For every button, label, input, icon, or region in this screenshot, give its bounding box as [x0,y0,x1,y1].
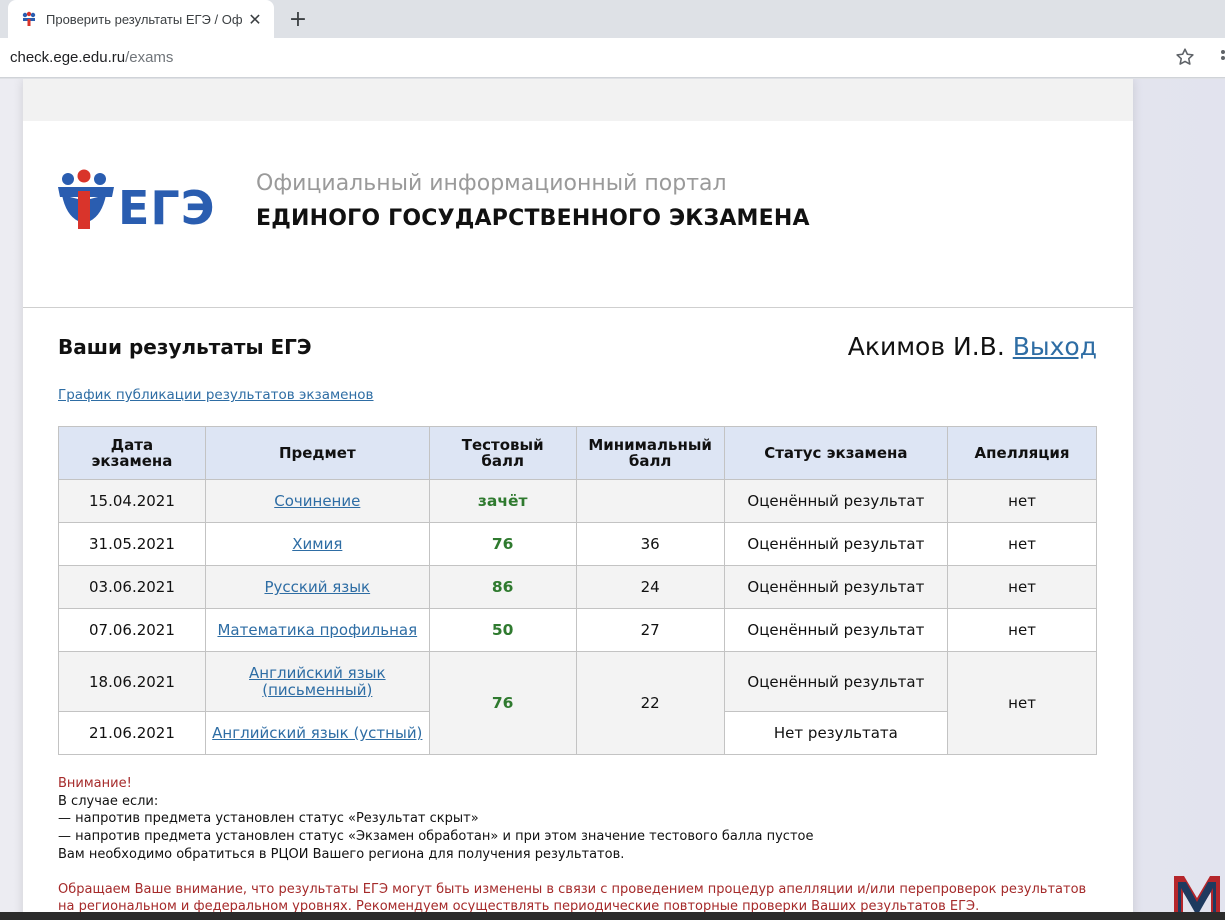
url-field[interactable]: check.ege.edu.ru/exams [10,49,173,66]
subject-link[interactable]: Химия [204,522,430,566]
browser-tab[interactable]: Проверить результаты ЕГЭ / Оф ✕ [8,0,274,38]
new-tab-icon[interactable]: + [284,5,312,33]
cell-date: 31.05.2021 [58,522,206,566]
cell-appeal: нет [947,651,1097,755]
table-row: 31.05.2021 Химия 76 36 Оценённый результ… [58,522,1097,566]
subject-link[interactable]: Русский язык [204,565,430,609]
user-block: Акимов И.В. Выход [848,332,1097,361]
cell-date: 07.06.2021 [58,608,206,652]
ege-logo[interactable]: ЕГЭ [56,169,216,231]
cell-date: 21.06.2021 [58,711,206,755]
cell-appeal: нет [947,565,1097,609]
cell-status: Нет результата [723,711,949,755]
results-table: Дата экзамена Предмет Тестовый балл Мини… [58,426,1097,755]
cell-score: 50 [428,608,577,652]
cell-min-score: 27 [575,608,725,652]
bottom-bar [0,912,1225,920]
cell-min-score: 22 [575,651,725,755]
cell-date: 18.06.2021 [58,651,206,712]
subject-link[interactable]: Математика профильная [204,608,430,652]
subject-link[interactable]: Английский язык (устный) [204,711,430,755]
table-row: 18.06.2021 Английский язык (письменный) … [58,651,1097,755]
cell-score: 76 [428,651,577,755]
cell-score: 86 [428,565,577,609]
site-header: ЕГЭ Официальный информационный портал ЕД… [23,121,1133,308]
header-min-score: Минимальный балл [575,426,725,480]
cell-score: 76 [428,522,577,566]
cell-appeal: нет [947,479,1097,523]
cell-min-score: 24 [575,565,725,609]
attention-label: Внимание! [58,776,132,791]
header-score: Тестовый балл [428,426,577,480]
header-appeal: Апелляция [947,426,1097,480]
cell-min-score: 36 [575,522,725,566]
portal-subtitle: Официальный информационный портал [256,171,727,196]
cell-date: 15.04.2021 [58,479,206,523]
table-row: 03.06.2021 Русский язык 86 24 Оценённый … [58,565,1097,609]
top-strip [23,79,1133,121]
url-path: /exams [125,49,174,66]
cell-appeal: нет [947,608,1097,652]
page-viewport: ЕГЭ Официальный информационный портал ЕД… [0,79,1225,920]
subject-link[interactable]: Сочинение [204,479,430,523]
cell-date: 03.06.2021 [58,565,206,609]
page-title: Ваши результаты ЕГЭ [58,335,312,359]
logo-text: ЕГЭ [118,181,216,231]
close-tab-icon[interactable]: ✕ [246,10,264,29]
cell-status: Оценённый результат [723,608,949,652]
cell-status: Оценённый результат [723,479,949,523]
tab-title: Проверить результаты ЕГЭ / Оф [46,11,243,27]
browser-tab-bar: Проверить результаты ЕГЭ / Оф ✕ + [0,0,1225,38]
cell-appeal: нет [947,522,1097,566]
schedule-link[interactable]: График публикации результатов экзаменов [58,387,374,403]
notes-block: Внимание! В случае если: — напротив пред… [58,775,1086,916]
cell-status: Оценённый результат [723,651,949,712]
user-name: Акимов И.В. [847,332,1005,361]
subject-link[interactable]: Английский язык (письменный) [204,651,430,712]
cell-min-score [575,479,725,523]
cell-status: Оценённый результат [723,565,949,609]
header-date: Дата экзамена [58,426,206,480]
address-bar: check.ege.edu.ru/exams [0,38,1225,78]
header-status: Статус экзамена [723,426,949,480]
bookmark-star-icon[interactable] [1174,46,1196,68]
note-line: — напротив предмета установлен статус «Р… [58,811,479,827]
ege-favicon-icon [20,10,38,28]
table-row: 15.04.2021 Сочинение зачёт Оценённый рез… [58,479,1097,523]
note-line: Вам необходимо обратиться в РЦОИ Вашего … [58,846,625,862]
warning-line: Обращаем Ваше внимание, что результаты Е… [58,881,1087,897]
note-line: В случае если: [58,793,159,809]
table-header-row: Дата экзамена Предмет Тестовый балл Мини… [58,426,1097,480]
browser-menu-icon[interactable] [1214,48,1225,68]
url-host: check.ege.edu.ru [10,49,126,66]
cell-score: зачёт [428,479,577,523]
table-row: 07.06.2021 Математика профильная 50 27 О… [58,608,1097,652]
cell-status: Оценённый результат [723,522,949,566]
note-line: — напротив предмета установлен статус «Э… [58,829,814,845]
page-container: ЕГЭ Официальный информационный портал ЕД… [23,79,1133,920]
portal-title: ЕДИНОГО ГОСУДАРСТВЕННОГО ЭКЗАМЕНА [256,206,810,231]
logout-link[interactable]: Выход [1013,332,1097,361]
header-subject: Предмет [204,426,430,480]
